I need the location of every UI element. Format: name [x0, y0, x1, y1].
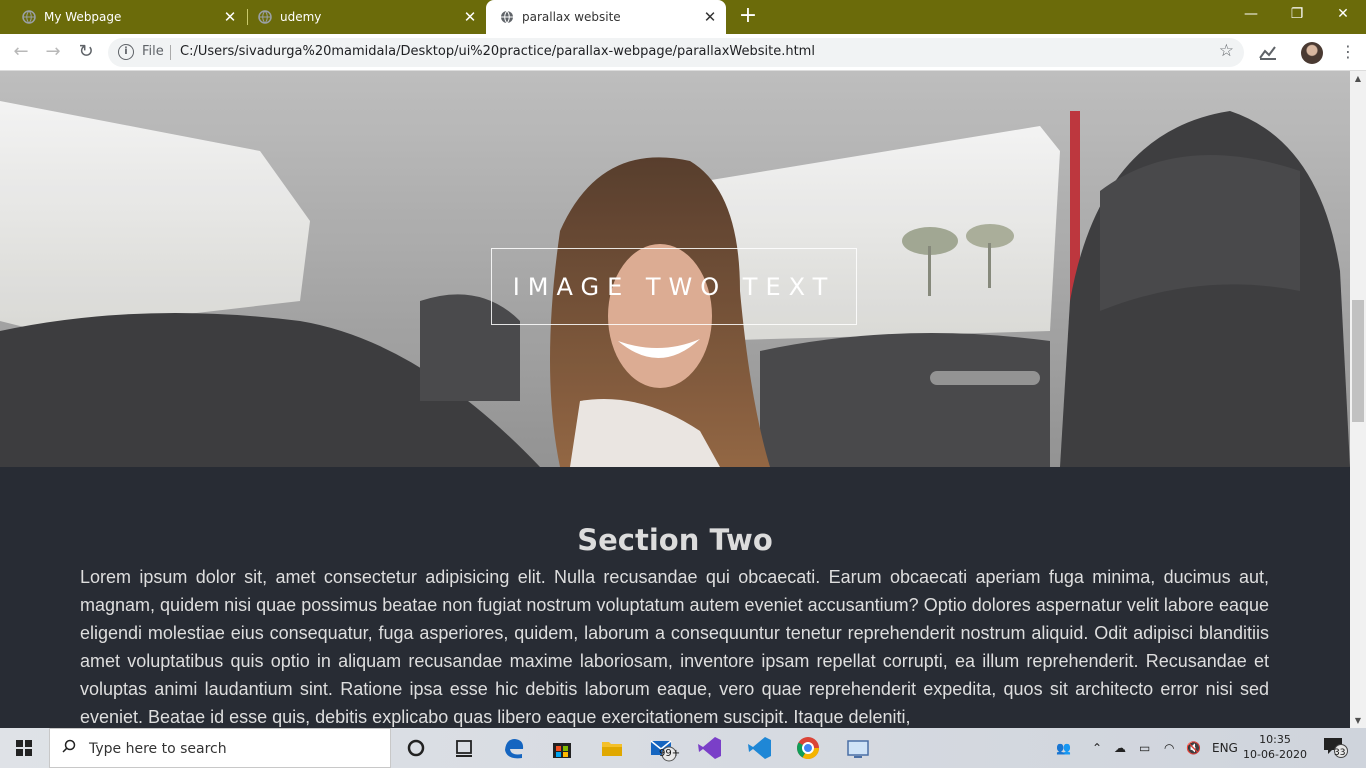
language-indicator[interactable]: ENG — [1212, 728, 1238, 768]
browser-toolbar: ← → ↻ i File C:/Users/sivadurga%20mamida… — [0, 34, 1366, 71]
address-url[interactable]: C:/Users/sivadurga%20mamidala/Desktop/ui… — [180, 44, 815, 59]
windows-start-icon[interactable] — [0, 728, 48, 768]
onedrive-icon[interactable]: ☁ — [1114, 728, 1126, 768]
info-icon[interactable]: i — [118, 44, 134, 60]
new-tab-button[interactable]: + — [736, 5, 760, 29]
taskbar-search-input[interactable]: Type here to search — [49, 728, 391, 768]
extension-icon[interactable] — [1256, 40, 1280, 64]
close-window-button[interactable]: ✕ — [1320, 0, 1366, 30]
reload-button[interactable]: ↻ — [74, 40, 98, 64]
address-divider — [170, 45, 171, 60]
clock-date: 10-06-2020 — [1243, 748, 1307, 761]
visual-studio-icon[interactable] — [694, 732, 726, 764]
tab-title: My Webpage — [44, 10, 122, 24]
store-icon[interactable] — [546, 732, 578, 764]
bookmark-star-icon[interactable]: ☆ — [1219, 41, 1234, 61]
browser-menu-icon[interactable]: ⋮ — [1340, 42, 1356, 62]
restore-button[interactable]: ❐ — [1274, 0, 1320, 30]
notification-count: 33 — [1334, 748, 1346, 758]
tab-my-webpage[interactable]: My Webpage ✕ — [0, 0, 246, 34]
volume-muted-icon[interactable]: 🔇 — [1186, 728, 1201, 768]
taskbar: Type here to search 99+ 👥 ⌃ ☁ ▭ ◠ 🔇 ENG … — [0, 728, 1366, 768]
tab-udemy[interactable]: udemy ✕ — [236, 0, 486, 34]
wifi-icon[interactable]: ◠ — [1164, 728, 1174, 768]
globe-icon — [22, 10, 36, 24]
hero-caption: IMAGE TWO TEXT — [512, 272, 836, 301]
forward-button[interactable]: → — [41, 40, 65, 64]
scrollbar-thumb[interactable] — [1352, 300, 1364, 422]
globe-icon — [258, 10, 272, 24]
section-two: Section Two Lorem ipsum dolor sit, amet … — [0, 467, 1350, 728]
globe-icon — [501, 10, 513, 24]
address-bar[interactable]: i File C:/Users/sivadurga%20mamidala/Des… — [108, 38, 1244, 67]
search-icon — [62, 739, 76, 753]
webpage-viewport: IMAGE TWO TEXT Section Two Lorem ipsum d… — [0, 71, 1350, 728]
task-view-icon[interactable] — [448, 732, 480, 764]
remote-desktop-icon[interactable] — [842, 732, 874, 764]
battery-icon[interactable]: ▭ — [1139, 728, 1150, 768]
minimize-button[interactable]: — — [1228, 0, 1274, 30]
hero-caption-box: IMAGE TWO TEXT — [491, 248, 857, 325]
close-tab-icon[interactable]: ✕ — [458, 8, 482, 26]
scroll-up-arrow-icon[interactable]: ▲ — [1353, 74, 1363, 83]
search-placeholder: Type here to search — [89, 741, 227, 757]
close-tab-icon[interactable]: ✕ — [698, 8, 722, 26]
profile-avatar[interactable] — [1301, 42, 1323, 64]
scroll-down-arrow-icon[interactable]: ▼ — [1353, 716, 1363, 725]
address-scheme-label: File — [142, 44, 164, 59]
tab-strip: My Webpage ✕ udemy ✕ parallax website ✕ … — [0, 0, 1366, 34]
section-title: Section Two — [577, 523, 773, 557]
tab-title: udemy — [280, 10, 322, 24]
mail-badge: 99+ — [659, 748, 681, 759]
vscode-icon[interactable] — [744, 732, 776, 764]
people-icon[interactable]: 👥 — [1056, 728, 1071, 768]
cortana-icon[interactable] — [400, 732, 432, 764]
tab-parallax-website[interactable]: parallax website ✕ — [486, 0, 726, 34]
file-explorer-icon[interactable] — [596, 732, 628, 764]
tray-overflow-icon[interactable]: ⌃ — [1092, 728, 1102, 768]
edge-icon[interactable] — [498, 732, 530, 764]
chrome-icon[interactable] — [792, 732, 824, 764]
clock-time: 10:35 — [1259, 733, 1291, 746]
hero-image: IMAGE TWO TEXT — [0, 71, 1350, 467]
tab-title: parallax website — [522, 10, 621, 24]
page-scrollbar[interactable]: ▲ ▼ — [1350, 71, 1366, 728]
section-body: Lorem ipsum dolor sit, amet consectetur … — [80, 567, 1269, 727]
back-button[interactable]: ← — [9, 40, 33, 64]
system-clock[interactable]: 10:35 10-06-2020 — [1236, 732, 1314, 762]
